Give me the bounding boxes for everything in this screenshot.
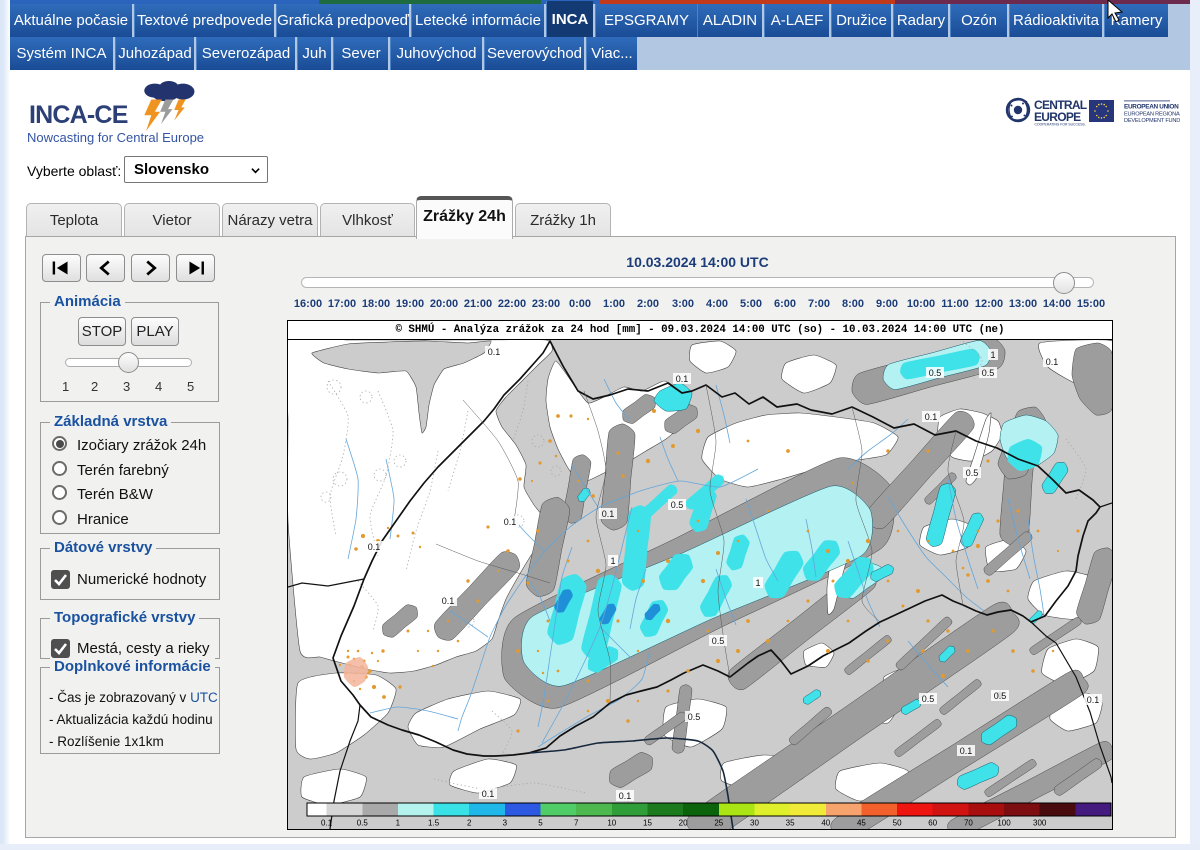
svg-text:0.5: 0.5 [994,691,1007,701]
svg-text:0.1: 0.1 [1087,695,1100,705]
svg-text:1: 1 [610,556,615,566]
svg-text:0.1: 0.1 [488,347,501,357]
svg-text:0.1: 0.1 [925,412,938,422]
svg-text:0.5: 0.5 [357,819,369,828]
svg-text:0.1: 0.1 [368,542,381,552]
svg-text:1: 1 [755,578,760,588]
svg-text:3: 3 [503,819,508,828]
svg-text:0.1: 0.1 [960,746,973,756]
svg-text:60: 60 [928,819,937,828]
svg-text:7: 7 [574,819,579,828]
svg-text:35: 35 [786,819,795,828]
svg-text:0.1: 0.1 [442,596,455,606]
svg-text:0.5: 0.5 [929,368,942,378]
svg-text:70: 70 [964,819,973,828]
svg-text:0.5: 0.5 [922,694,935,704]
svg-text:0.1: 0.1 [602,509,615,519]
svg-text:1: 1 [990,350,995,360]
svg-text:2: 2 [467,819,472,828]
svg-text:0.5: 0.5 [966,468,979,478]
svg-text:0.1: 0.1 [676,374,689,384]
svg-text:DEVELOPMENT FUND: DEVELOPMENT FUND [1124,118,1180,124]
svg-text:0.5: 0.5 [712,636,725,646]
svg-text:10: 10 [607,819,616,828]
svg-text:20: 20 [679,819,688,828]
svg-text:15: 15 [643,819,652,828]
svg-text:0.5: 0.5 [671,500,684,510]
svg-text:100: 100 [997,819,1011,828]
svg-text:5: 5 [538,819,543,828]
svg-text:0.1: 0.1 [504,517,517,527]
svg-text:EUROPEAN REGIONAL: EUROPEAN REGIONAL [1124,112,1180,118]
svg-text:0.1: 0.1 [482,789,495,799]
svg-text:25: 25 [714,819,723,828]
svg-text:0.5: 0.5 [688,712,701,722]
svg-text:COOPERATING FOR SUCCESS.: COOPERATING FOR SUCCESS. [1035,123,1086,127]
svg-text:30: 30 [750,819,759,828]
svg-text:0.1: 0.1 [321,819,333,828]
svg-text:50: 50 [893,819,902,828]
svg-text:0.1: 0.1 [1046,357,1059,367]
svg-text:EUROPEAN UNION: EUROPEAN UNION [1124,104,1179,111]
svg-text:1: 1 [396,819,401,828]
svg-text:40: 40 [821,819,830,828]
svg-text:45: 45 [857,819,866,828]
svg-text:0.5: 0.5 [982,368,995,378]
svg-text:1.5: 1.5 [428,819,440,828]
svg-text:0.1: 0.1 [619,791,632,801]
svg-text:300: 300 [1033,819,1047,828]
